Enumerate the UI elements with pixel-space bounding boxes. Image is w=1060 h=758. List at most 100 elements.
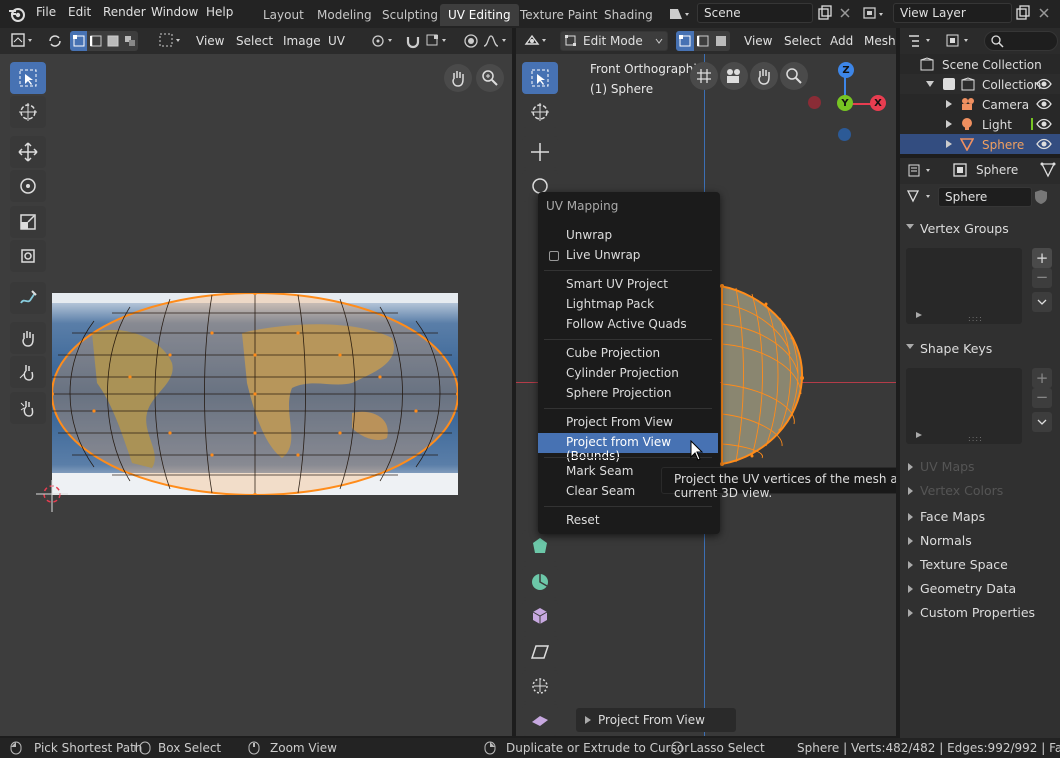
vp-edge-select-icon[interactable] [697, 35, 709, 47]
vp-tool-select-box[interactable] [522, 62, 558, 94]
outliner-row-camera[interactable]: Camera [900, 94, 1060, 114]
visibility-eye-icon[interactable] [1036, 118, 1052, 130]
scene-selector-icon[interactable] [668, 5, 694, 23]
visibility-eye-icon[interactable] [1036, 98, 1052, 110]
tool-rotate[interactable] [10, 170, 46, 202]
section-face-maps[interactable]: Face Maps [900, 504, 1060, 528]
menu-render[interactable]: Render [103, 5, 146, 19]
shape-keys-list[interactable]: :::: [906, 368, 1022, 444]
viewport-editor-type-icon[interactable] [524, 32, 552, 50]
tab-uv-editing[interactable]: UV Editing [440, 4, 519, 26]
add-vertex-group-button[interactable]: + [1032, 248, 1052, 268]
menu-item-smart-uv-project[interactable]: Smart UV Project [538, 275, 718, 295]
proportional-edit-icon[interactable] [462, 32, 480, 50]
menu-item-project-from-view[interactable]: Project From View [538, 413, 718, 433]
sticky-selection-icon[interactable] [158, 32, 184, 50]
collection-checkbox[interactable] [943, 78, 955, 90]
mesh-name-field[interactable]: Sphere [938, 187, 1032, 207]
add-shape-key-button[interactable]: + [1032, 368, 1052, 388]
outliner-search-input[interactable] [984, 31, 1058, 51]
menu-item-sphere-projection[interactable]: Sphere Projection [538, 384, 718, 404]
section-vertex-colors[interactable]: Vertex Colors [900, 478, 1060, 502]
fake-user-shield-icon[interactable] [1032, 188, 1050, 206]
collapse-icon[interactable] [926, 81, 934, 87]
section-vertex-groups[interactable]: Vertex Groups [900, 216, 1060, 240]
list-expand-icon[interactable] [916, 432, 922, 438]
expand-icon[interactable] [946, 100, 952, 108]
section-texture-space[interactable]: Texture Space [900, 552, 1060, 576]
menu-file[interactable]: File [36, 5, 56, 19]
uv-menu-view[interactable]: View [196, 34, 224, 48]
remove-shape-key-button[interactable]: − [1032, 388, 1052, 408]
falloff-icon[interactable] [482, 32, 510, 50]
view-layer-selector-icon[interactable] [862, 5, 888, 23]
outliner-row-light[interactable]: Light [900, 114, 1060, 134]
view-layer-field[interactable]: View Layer [893, 3, 1012, 23]
tool-pinch[interactable] [10, 392, 46, 424]
section-shape-keys[interactable]: Shape Keys [900, 336, 1060, 360]
shape-key-specials-button[interactable] [1032, 412, 1052, 432]
axis-gizmo[interactable]: Z X Y [806, 58, 896, 148]
gizmo-x[interactable]: X [870, 95, 886, 111]
camera-view-icon[interactable] [720, 62, 748, 90]
uv-editor-canvas[interactable] [0, 54, 512, 736]
list-resize-handle-icon[interactable]: :::: [968, 434, 983, 443]
uv-menu-image[interactable]: Image [283, 34, 321, 48]
tab-sculpting[interactable]: Sculpting [374, 4, 446, 26]
menu-help[interactable]: Help [206, 5, 233, 19]
mode-dropdown[interactable]: Edit Mode [560, 31, 668, 51]
pan-view-icon[interactable] [444, 64, 472, 92]
tab-layout[interactable]: Layout [255, 4, 312, 26]
display-mode-icon[interactable] [944, 32, 974, 50]
outliner-editor-type-icon[interactable] [906, 32, 936, 50]
list-expand-icon[interactable] [916, 312, 922, 318]
mesh-data-browse-icon[interactable] [906, 188, 936, 206]
live-unwrap-checkbox[interactable] [549, 251, 559, 261]
tab-shading[interactable]: Shading [596, 4, 661, 26]
tool-grab[interactable] [10, 322, 46, 354]
editor-type-icon[interactable] [10, 32, 38, 50]
vp-tool-spin[interactable] [522, 530, 558, 562]
vp-pan-view-icon[interactable] [750, 62, 778, 90]
vp-tool-to-sphere[interactable] [522, 670, 558, 702]
face-select-mode-icon[interactable] [107, 35, 119, 47]
visibility-eye-icon[interactable] [1036, 138, 1052, 150]
close-scene-icon[interactable] [838, 6, 852, 20]
tool-select-box[interactable] [10, 62, 46, 94]
tab-texture-paint[interactable]: Texture Paint [512, 4, 605, 26]
menu-item-follow-active-quads[interactable]: Follow Active Quads [538, 315, 718, 335]
menu-item-reset[interactable]: Reset [538, 511, 718, 531]
vp-tool-shrink[interactable] [522, 600, 558, 632]
expand-icon[interactable] [946, 120, 952, 128]
visibility-eye-icon[interactable] [1036, 78, 1052, 90]
tool-annotate[interactable] [10, 282, 46, 314]
list-resize-handle-icon[interactable]: :::: [968, 314, 983, 323]
island-select-mode-icon[interactable] [124, 35, 136, 47]
section-normals[interactable]: Normals [900, 528, 1060, 552]
menu-item-live-unwrap[interactable]: Live Unwrap [538, 246, 718, 266]
menu-window[interactable]: Window [151, 5, 198, 19]
gizmo-z[interactable]: Z [838, 62, 854, 78]
uv-menu-uv[interactable]: UV [328, 34, 345, 48]
properties-editor-type-icon[interactable] [906, 162, 936, 180]
copy-scene-icon[interactable] [817, 5, 833, 21]
vp-menu-view[interactable]: View [744, 34, 772, 48]
vp-tool-cursor[interactable] [522, 96, 558, 128]
outliner-row-scene-collection[interactable]: Scene Collection [900, 54, 1060, 74]
vertex-group-specials-button[interactable] [1032, 292, 1052, 312]
mesh-data-tab-icon[interactable] [1040, 162, 1056, 178]
section-custom-properties[interactable]: Custom Properties [900, 600, 1060, 624]
menu-item-unwrap[interactable]: Unwrap [538, 226, 718, 246]
edge-select-mode-icon[interactable] [90, 35, 102, 47]
vertex-groups-list[interactable]: :::: [906, 248, 1022, 324]
menu-item-cube-projection[interactable]: Cube Projection [538, 344, 718, 364]
gizmo-neg-x[interactable] [808, 96, 821, 109]
tool-relax[interactable] [10, 356, 46, 388]
tool-move[interactable] [10, 136, 46, 168]
snap-target-icon[interactable] [424, 32, 452, 50]
outliner-row-collection[interactable]: Collection [900, 74, 1060, 94]
vp-menu-mesh[interactable]: Mesh [864, 34, 896, 48]
blender-logo-icon[interactable] [8, 5, 26, 23]
last-operator-panel[interactable]: Project From View [576, 708, 736, 732]
section-geometry-data[interactable]: Geometry Data [900, 576, 1060, 600]
